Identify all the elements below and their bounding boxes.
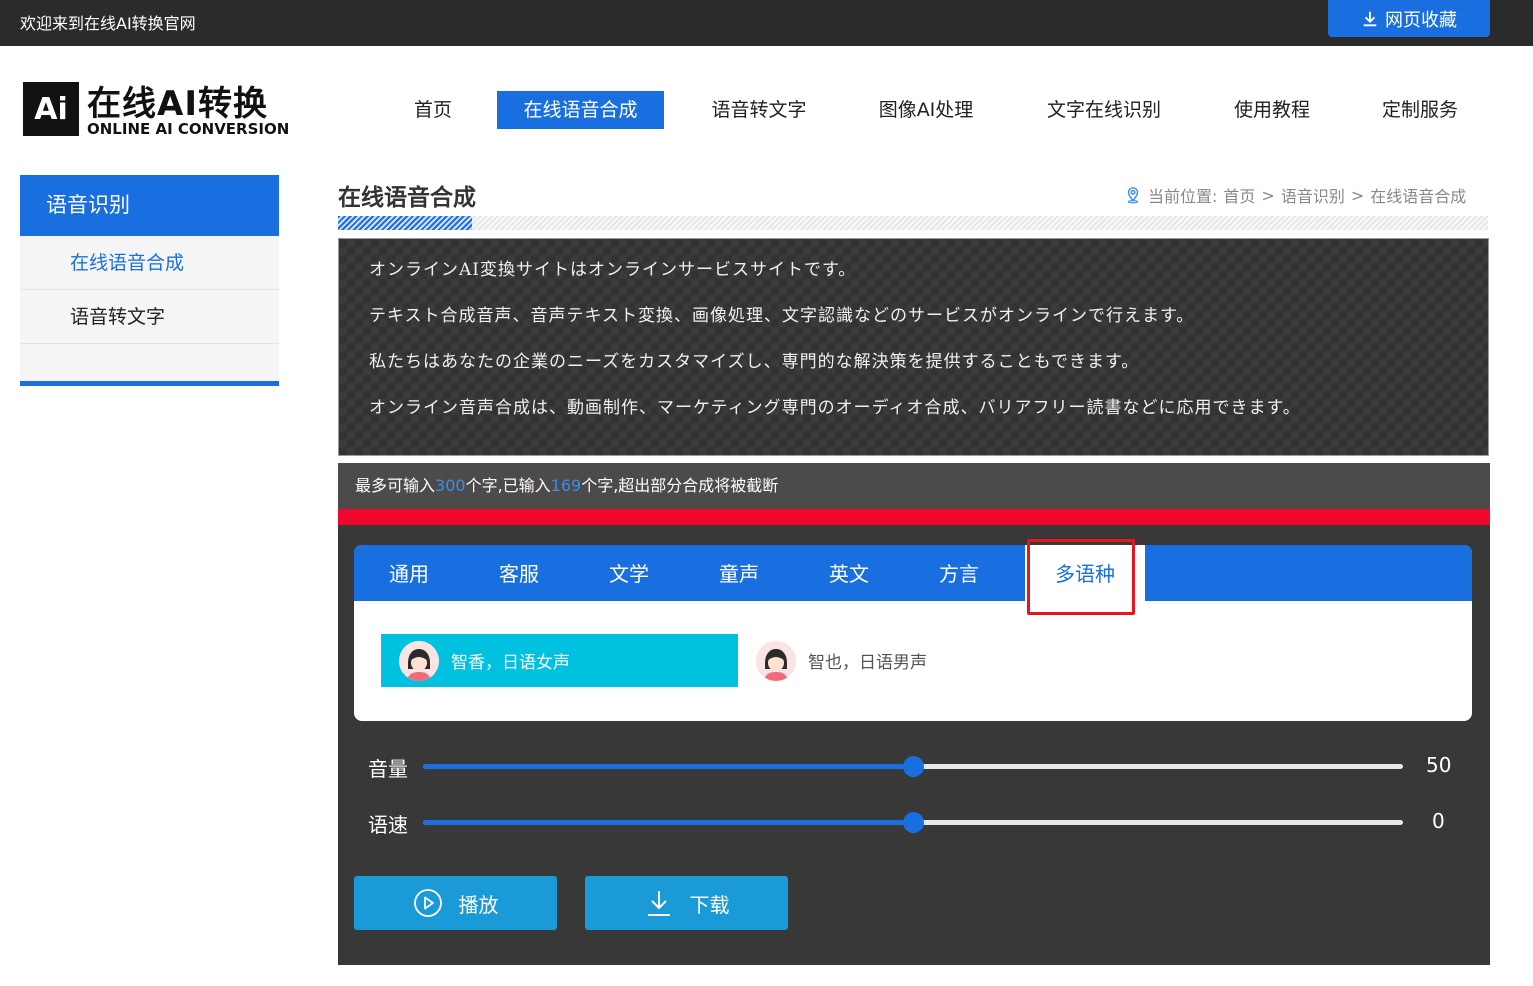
tab-literature[interactable]: 文学 [574, 545, 684, 601]
speed-label: 语速 [368, 813, 408, 837]
nav-item-tts[interactable]: 在线语音合成 [497, 91, 664, 129]
play-label: 播放 [458, 892, 499, 917]
speed-control: 语速 0 [368, 807, 1458, 837]
logo-mark: Ai [23, 82, 79, 136]
voice-option[interactable]: 智香，日语女声 [381, 634, 738, 687]
female-avatar-icon [756, 640, 796, 681]
current-chars: 169 [550, 476, 582, 495]
volume-fill [423, 764, 913, 769]
nav-item-image-ai[interactable]: 图像AI处理 [876, 91, 976, 129]
site-logo[interactable]: Ai 在线AI转换 ONLINE AI CONVERSION [23, 80, 289, 138]
sidebar-item-tts[interactable]: 在线语音合成 [20, 236, 279, 290]
breadcrumb-sep: > [1350, 185, 1365, 205]
voice-option[interactable]: 智也，日语男声 [738, 634, 1095, 687]
play-icon [413, 889, 442, 917]
top-bar: 欢迎来到在线AI转换官网 网页收藏 [0, 0, 1533, 46]
breadcrumb-prefix: 当前位置: [1148, 187, 1218, 206]
nav-item-custom[interactable]: 定制服务 [1380, 91, 1460, 129]
breadcrumb-sep: > [1261, 185, 1275, 205]
voice-label: 智也，日语男声 [808, 653, 927, 673]
volume-label: 音量 [368, 757, 408, 781]
play-button[interactable]: 播放 [354, 876, 557, 930]
voice-category-tabs: 通用 客服 文学 童声 英文 方言 多语种 [354, 545, 1472, 601]
download-icon [1363, 11, 1377, 26]
sidebar: 语音识别 在线语音合成 语音转文字 [20, 175, 279, 386]
download-label: 下载 [689, 892, 730, 917]
breadcrumb-current: 在线语音合成 [1370, 187, 1467, 206]
bookmark-label: 网页收藏 [1385, 9, 1457, 31]
text-line: オンラインAI変換サイトはオンラインサービスサイトです。 [369, 260, 857, 280]
speed-knob[interactable] [903, 812, 924, 833]
download-icon [647, 891, 670, 916]
volume-control: 音量 50 [368, 751, 1458, 781]
welcome-text: 欢迎来到在线AI转换官网 [20, 14, 196, 33]
voice-list: 智香，日语女声 智也，日语男声 [381, 634, 1461, 687]
speed-fill [423, 820, 913, 825]
sidebar-heading: 语音识别 [20, 175, 279, 236]
tab-english[interactable]: 英文 [794, 545, 904, 601]
tab-general[interactable]: 通用 [354, 545, 464, 601]
sidebar-item-stt[interactable]: 语音转文字 [20, 290, 279, 344]
volume-slider[interactable] [423, 756, 1403, 777]
volume-value: 50 [1426, 753, 1452, 777]
breadcrumb-section[interactable]: 语音识别 [1281, 183, 1345, 207]
title-divider [338, 216, 1488, 230]
nav-item-tutorial[interactable]: 使用教程 [1232, 91, 1312, 129]
alert-bar [338, 509, 1490, 525]
female-avatar-icon [399, 640, 439, 681]
nav-item-home[interactable]: 首页 [413, 91, 453, 129]
logo-subtitle: ONLINE AI CONVERSION [87, 120, 290, 138]
char-counter: 最多可输入300个字,已输入169个字,超出部分合成将被截断 [338, 463, 1490, 509]
text-line: オンライン音声合成は、動画制作、マーケティング専門のオーディオ合成、バリアフリー… [369, 398, 1301, 418]
voice-selector: 通用 客服 文学 童声 英文 方言 多语种 智香，日语女声 智也，日语男声 [354, 545, 1472, 721]
tab-service[interactable]: 客服 [464, 545, 574, 601]
text-line: テキスト合成音声、音声テキスト変換、画像処理、文字認識などのサービスがオンライン… [369, 306, 1195, 326]
avatar [756, 640, 796, 681]
nav-item-ocr[interactable]: 文字在线识别 [1044, 91, 1164, 129]
tab-highlight-box [1027, 539, 1135, 615]
page-title: 在线语音合成 [338, 185, 476, 211]
synthesis-panel: 最多可输入300个字,已输入169个字,超出部分合成将被截断 通用 客服 文学 … [338, 463, 1490, 965]
bookmark-button[interactable]: 网页收藏 [1328, 0, 1490, 37]
location-pin-icon [1127, 187, 1139, 204]
logo-title: 在线AI转换 [87, 84, 268, 124]
download-button[interactable]: 下载 [585, 876, 788, 930]
max-chars: 300 [435, 476, 466, 495]
voice-label: 智香，日语女声 [451, 653, 570, 673]
nav-item-stt[interactable]: 语音转文字 [709, 91, 809, 129]
avatar [399, 640, 439, 681]
speed-slider[interactable] [423, 812, 1403, 833]
volume-knob[interactable] [903, 756, 924, 777]
text-line: 私たちはあなたの企業のニーズをカスタマイズし、専門的な解決策を提供することもでき… [369, 352, 1140, 372]
breadcrumb: 当前位置: 首页 > 语音识别 > 在线语音合成 [1124, 183, 1466, 207]
breadcrumb-home[interactable]: 首页 [1223, 183, 1255, 207]
synthesis-text-input[interactable]: オンラインAI変換サイトはオンラインサービスサイトです。 テキスト合成音声、音声… [338, 238, 1489, 456]
speed-value: 0 [1432, 809, 1445, 833]
tab-child[interactable]: 童声 [684, 545, 794, 601]
tab-dialect[interactable]: 方言 [904, 545, 1014, 601]
